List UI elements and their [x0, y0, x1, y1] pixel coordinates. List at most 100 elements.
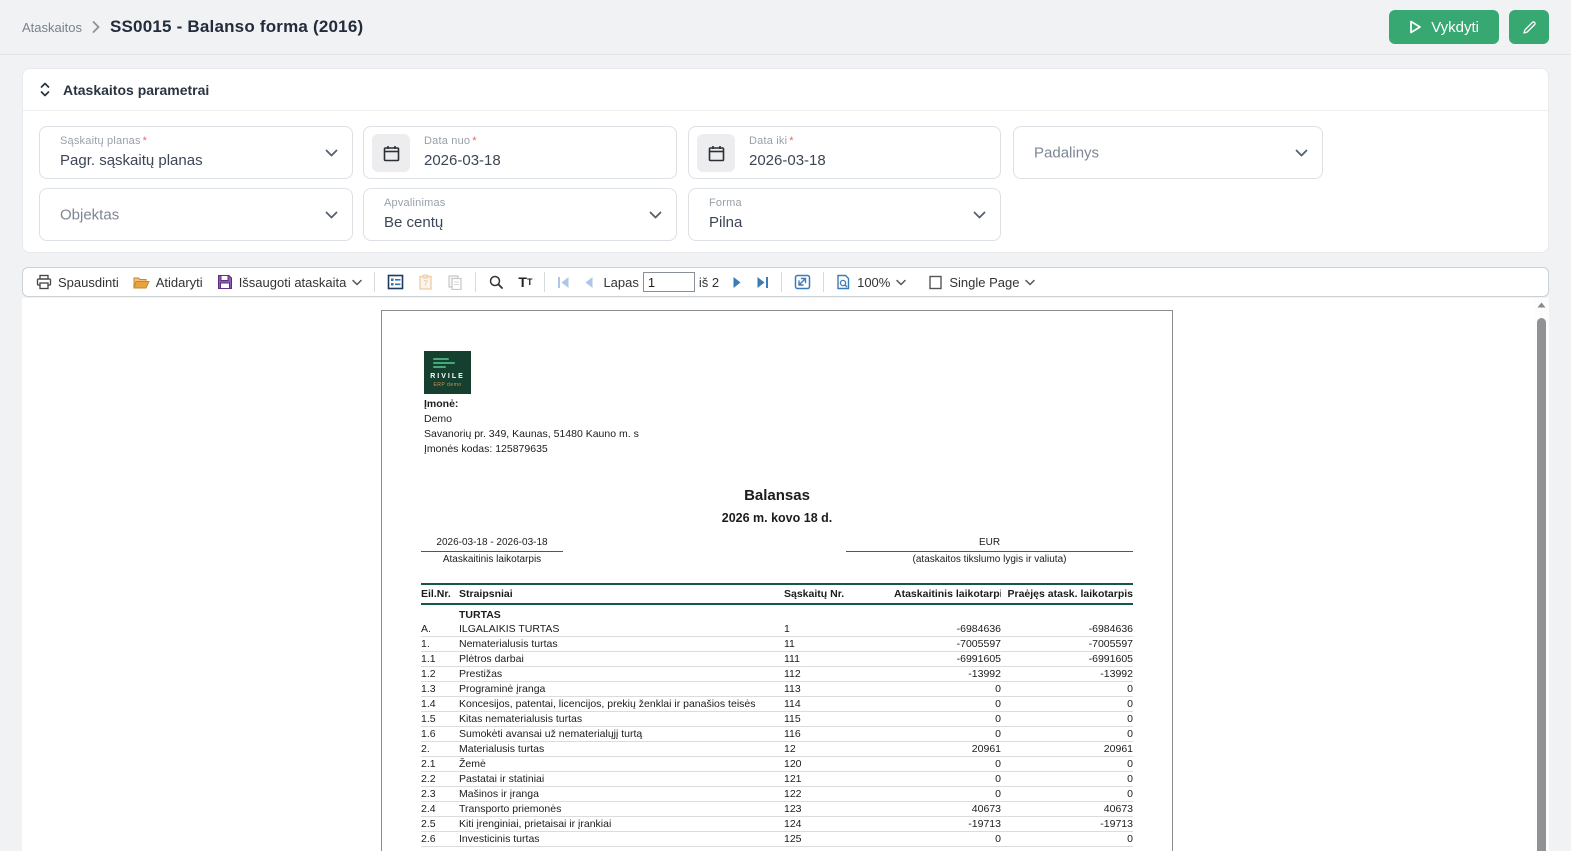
field-label: Sąskaitų planas	[60, 135, 141, 147]
search-button[interactable]	[481, 270, 511, 294]
balance-table-body: TURTASA.ILGALAIKIS TURTAS1-6984636-69846…	[421, 605, 1133, 847]
field-data-nuo[interactable]: Data nuo* 2026-03-18	[363, 126, 677, 179]
scrollbar-thumb[interactable]	[1537, 318, 1546, 851]
table-cell-prev: 0	[1001, 683, 1133, 695]
pencil-icon	[1522, 20, 1537, 35]
page-label: Lapas	[603, 275, 638, 290]
field-label: Data nuo	[424, 135, 470, 147]
printer-icon	[36, 274, 52, 290]
table-cell-acc: 121	[784, 773, 894, 785]
calendar-icon[interactable]	[372, 134, 410, 172]
chevron-down-icon	[896, 279, 906, 286]
field-data-iki[interactable]: Data iki* 2026-03-18	[688, 126, 1001, 179]
chevron-down-icon	[973, 211, 986, 219]
save-report-button[interactable]: Išsaugoti ataskaita	[210, 270, 370, 294]
table-cell-name: Kiti įrenginiai, prietaisai ir įrankiai	[459, 818, 784, 830]
table-row: 1.5Kitas nematerialusis turtas11500	[421, 712, 1133, 727]
toolbar-separator	[781, 272, 782, 292]
table-cell-name: Investicinis turtas	[459, 833, 784, 845]
table-row: 1.6Sumokėti avansai už nematerialųjį tur…	[421, 727, 1133, 742]
field-objektas[interactable]: Objektas	[39, 188, 353, 241]
table-cell-name: Žemė	[459, 758, 784, 770]
currency-label: (ataskaitos tikslumo lygis ir valiuta)	[846, 552, 1133, 565]
text-tool-icon: TT	[518, 274, 532, 290]
table-cell-cur: -19713	[894, 818, 1001, 830]
print-button[interactable]: Spausdinti	[29, 270, 126, 294]
table-cell-nr: 1.4	[421, 698, 459, 710]
next-page-button[interactable]	[725, 270, 749, 294]
fullscreen-button[interactable]	[787, 270, 818, 294]
report-page: RIVILE ERP demo Įmonė: Demo Savanorių pr…	[381, 310, 1173, 851]
last-page-button[interactable]	[749, 270, 776, 294]
table-row: A.ILGALAIKIS TURTAS1-6984636-6984636	[421, 622, 1133, 637]
table-cell-cur: -7005597	[894, 638, 1001, 650]
table-cell-name: ILGALAIKIS TURTAS	[459, 623, 784, 635]
clipboard-icon: ?	[418, 274, 433, 290]
view-mode-value: Single Page	[949, 275, 1019, 290]
params-card: Ataskaitos parametrai Sąskaitų planas* P…	[22, 68, 1549, 253]
page-total: iš 2	[699, 275, 719, 290]
table-cell-name: Transporto priemonės	[459, 803, 784, 815]
table-cell-nr: 2.6	[421, 833, 459, 845]
field-forma[interactable]: Forma Pilna	[688, 188, 1001, 241]
prev-page-icon	[584, 276, 594, 289]
params-header[interactable]: Ataskaitos parametrai	[23, 69, 1548, 111]
table-cell-name: Prestižas	[459, 668, 784, 680]
single-page-icon	[928, 275, 943, 290]
table-row: 2.6Investicinis turtas12500	[421, 832, 1133, 847]
table-cell-nr: 2.5	[421, 818, 459, 830]
table-cell-acc: 111	[784, 653, 894, 665]
vertical-scrollbar[interactable]	[1534, 298, 1549, 851]
table-cell-prev: 0	[1001, 728, 1133, 740]
edit-button[interactable]	[1509, 10, 1549, 44]
copy-button[interactable]	[440, 270, 470, 294]
required-asterisk: *	[143, 135, 147, 147]
paste-button[interactable]: ?	[411, 270, 440, 294]
table-row: 2.3Mašinos ir įranga12200	[421, 787, 1133, 802]
table-cell-prev: -19713	[1001, 818, 1133, 830]
view-mode-select[interactable]: Single Page	[921, 270, 1042, 294]
table-cell-nr: 1.	[421, 638, 459, 650]
field-value: Be centų	[384, 214, 443, 231]
table-cell-nr: 2.4	[421, 803, 459, 815]
table-cell-acc: 12	[784, 743, 894, 755]
breadcrumb-parent[interactable]: Ataskaitos	[22, 20, 82, 35]
toolbar-separator	[475, 272, 476, 292]
open-button[interactable]: Atidaryti	[126, 270, 210, 294]
field-label: Forma	[709, 197, 742, 209]
table-cell-cur: 0	[894, 713, 1001, 725]
report-toolbar: Spausdinti Atidaryti Išsaugoti ataskaita…	[22, 267, 1549, 297]
page-input[interactable]	[643, 272, 695, 292]
field-apvalinimas[interactable]: Apvalinimas Be centų	[363, 188, 677, 241]
prev-page-button[interactable]	[577, 270, 601, 294]
run-button[interactable]: Vykdyti	[1389, 10, 1499, 44]
table-cell-name: TURTAS	[459, 609, 784, 621]
table-cell-prev: 0	[1001, 788, 1133, 800]
table-row: 1.Nematerialusis turtas11-7005597-700559…	[421, 637, 1133, 652]
scroll-up-button[interactable]	[1534, 302, 1549, 308]
first-page-button[interactable]	[550, 270, 577, 294]
field-placeholder: Objektas	[60, 206, 119, 223]
save-icon	[217, 274, 233, 290]
collapse-icon[interactable]	[39, 81, 51, 98]
folder-icon	[133, 275, 150, 290]
params-fields: Sąskaitų planas* Pagr. sąskaitų planas D…	[23, 111, 1548, 252]
run-button-label: Vykdyti	[1431, 19, 1479, 36]
params-title: Ataskaitos parametrai	[63, 82, 209, 98]
calendar-icon[interactable]	[697, 134, 735, 172]
table-cell-nr: 1.5	[421, 713, 459, 725]
currency-value: EUR	[846, 537, 1133, 552]
field-padalinys[interactable]: Padalinys	[1013, 126, 1323, 179]
text-tool-button[interactable]: TT	[511, 270, 539, 294]
zoom-select[interactable]: 100%	[829, 270, 913, 294]
field-saskaitu-planas[interactable]: Sąskaitų planas* Pagr. sąskaitų planas	[39, 126, 353, 179]
table-row: 2.2Pastatai ir statiniai12100	[421, 772, 1133, 787]
table-cell-prev: 0	[1001, 698, 1133, 710]
parameters-panel-button[interactable]	[380, 270, 411, 294]
table-cell-cur: 0	[894, 683, 1001, 695]
table-cell-prev: 20961	[1001, 743, 1133, 755]
table-cell-cur: -6991605	[894, 653, 1001, 665]
table-cell-prev: -6984636	[1001, 623, 1133, 635]
table-cell-acc: 113	[784, 683, 894, 695]
table-cell-name: Materialusis turtas	[459, 743, 784, 755]
